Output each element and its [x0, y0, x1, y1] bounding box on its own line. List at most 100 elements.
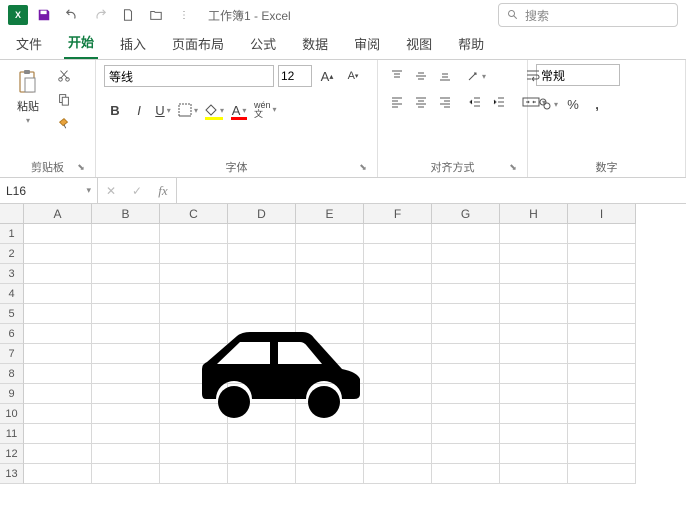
clipboard-icon	[14, 68, 42, 96]
column-header[interactable]: F	[364, 204, 432, 224]
wrap-text-button[interactable]	[520, 64, 548, 88]
ribbon: 粘贴 ▾ 剪贴板⬊ A▴ A▾ B I U	[0, 60, 686, 178]
undo-button[interactable]	[60, 3, 84, 27]
column-header[interactable]: E	[296, 204, 364, 224]
save-button[interactable]	[32, 3, 56, 27]
row-header[interactable]: 7	[0, 344, 24, 364]
formula-bar: L16 ▾ ✕ ✓ fx	[0, 178, 686, 204]
new-file-button[interactable]	[116, 3, 140, 27]
align-bottom-button[interactable]	[434, 64, 456, 88]
row-header[interactable]: 8	[0, 364, 24, 384]
column-header[interactable]: A	[24, 204, 92, 224]
italic-button[interactable]: I	[128, 98, 150, 122]
row-header[interactable]: 1	[0, 224, 24, 244]
worksheet-grid[interactable]: A B C D E F G H I 1 2 3 4 5 6 7 8 9 10 1…	[0, 204, 686, 519]
column-header[interactable]: H	[500, 204, 568, 224]
clipboard-group-label: 剪贴板⬊	[8, 157, 87, 175]
tab-view[interactable]: 视图	[402, 28, 436, 59]
tab-formulas[interactable]: 公式	[246, 28, 280, 59]
name-box[interactable]: L16 ▾	[0, 178, 98, 203]
row-header[interactable]: 10	[0, 404, 24, 424]
column-header[interactable]: B	[92, 204, 160, 224]
excel-app-icon: X	[8, 5, 28, 25]
car-icon-shape[interactable]	[182, 324, 367, 424]
row-header[interactable]: 4	[0, 284, 24, 304]
align-center-button[interactable]	[410, 90, 432, 114]
row-header[interactable]: 5	[0, 304, 24, 324]
row-header[interactable]: 13	[0, 464, 24, 484]
paste-label: 粘贴	[17, 98, 39, 114]
name-box-value: L16	[6, 184, 26, 198]
column-header[interactable]: I	[568, 204, 636, 224]
insert-function-button[interactable]: fx	[150, 183, 176, 199]
decrease-indent-button[interactable]	[464, 90, 486, 114]
redo-button[interactable]	[88, 3, 112, 27]
tab-help[interactable]: 帮助	[454, 28, 488, 59]
tab-data[interactable]: 数据	[298, 28, 332, 59]
accounting-format-button[interactable]	[536, 92, 560, 116]
cut-button[interactable]	[52, 64, 76, 86]
search-placeholder: 搜索	[525, 7, 549, 24]
align-top-button[interactable]	[386, 64, 408, 88]
font-launcher[interactable]: ⬊	[357, 162, 369, 174]
paste-button[interactable]: 粘贴 ▾	[8, 64, 48, 129]
bold-button[interactable]: B	[104, 98, 126, 122]
title-bar: X ⋮ 工作簿1 - Excel 搜索	[0, 0, 686, 30]
number-format-combo[interactable]	[536, 64, 620, 86]
underline-button[interactable]: U	[152, 98, 174, 122]
cancel-formula-button[interactable]: ✕	[98, 184, 124, 198]
fill-color-button[interactable]	[202, 98, 226, 122]
format-painter-button[interactable]	[52, 112, 76, 134]
group-number: % , 数字	[528, 60, 686, 177]
row-header[interactable]: 11	[0, 424, 24, 444]
select-all-corner[interactable]	[0, 204, 24, 224]
clipboard-launcher[interactable]: ⬊	[75, 162, 87, 174]
tab-file[interactable]: 文件	[12, 28, 46, 59]
font-size-combo[interactable]	[278, 65, 312, 87]
row-header[interactable]: 3	[0, 264, 24, 284]
orientation-button[interactable]	[464, 64, 488, 88]
decrease-font-button[interactable]: A▾	[342, 64, 364, 88]
chevron-down-icon: ▾	[86, 185, 91, 196]
tab-home[interactable]: 开始	[64, 26, 98, 59]
increase-font-button[interactable]: A▴	[316, 64, 338, 88]
border-button[interactable]	[176, 98, 200, 122]
cell-area[interactable]	[24, 224, 686, 519]
row-header[interactable]: 9	[0, 384, 24, 404]
open-file-button[interactable]	[144, 3, 168, 27]
tab-layout[interactable]: 页面布局	[168, 28, 228, 59]
enter-formula-button[interactable]: ✓	[124, 184, 150, 198]
group-font: A▴ A▾ B I U A wén文 字体⬊	[96, 60, 378, 177]
row-header[interactable]: 2	[0, 244, 24, 264]
tab-insert[interactable]: 插入	[116, 28, 150, 59]
percent-button[interactable]: %	[562, 92, 584, 116]
column-header[interactable]: G	[432, 204, 500, 224]
ribbon-tabs: 文件 开始 插入 页面布局 公式 数据 审阅 视图 帮助	[0, 30, 686, 60]
alignment-group-label: 对齐方式⬊	[386, 157, 519, 175]
group-alignment: 对齐方式⬊	[378, 60, 528, 177]
window-title: 工作簿1 - Excel	[208, 7, 291, 24]
qat-customize-button[interactable]: ⋮	[172, 3, 196, 27]
copy-button[interactable]	[52, 88, 76, 110]
alignment-launcher[interactable]: ⬊	[507, 162, 519, 174]
tab-review[interactable]: 审阅	[350, 28, 384, 59]
phonetic-button[interactable]: wén文	[252, 98, 279, 122]
number-group-label: 数字	[536, 157, 677, 175]
column-headers: A B C D E F G H I	[24, 204, 686, 224]
align-middle-button[interactable]	[410, 64, 432, 88]
row-header[interactable]: 12	[0, 444, 24, 464]
column-header[interactable]: D	[228, 204, 296, 224]
font-color-button[interactable]: A	[228, 98, 250, 122]
formula-input[interactable]	[177, 178, 686, 203]
row-header[interactable]: 6	[0, 324, 24, 344]
increase-indent-button[interactable]	[488, 90, 510, 114]
fx-icon: fx	[158, 183, 167, 199]
align-right-button[interactable]	[434, 90, 456, 114]
align-left-button[interactable]	[386, 90, 408, 114]
column-header[interactable]: C	[160, 204, 228, 224]
font-name-combo[interactable]	[104, 65, 274, 87]
search-box[interactable]: 搜索	[498, 3, 678, 27]
group-clipboard: 粘贴 ▾ 剪贴板⬊	[0, 60, 96, 177]
row-headers: 1 2 3 4 5 6 7 8 9 10 11 12 13	[0, 224, 24, 519]
comma-button[interactable]: ,	[586, 92, 608, 116]
